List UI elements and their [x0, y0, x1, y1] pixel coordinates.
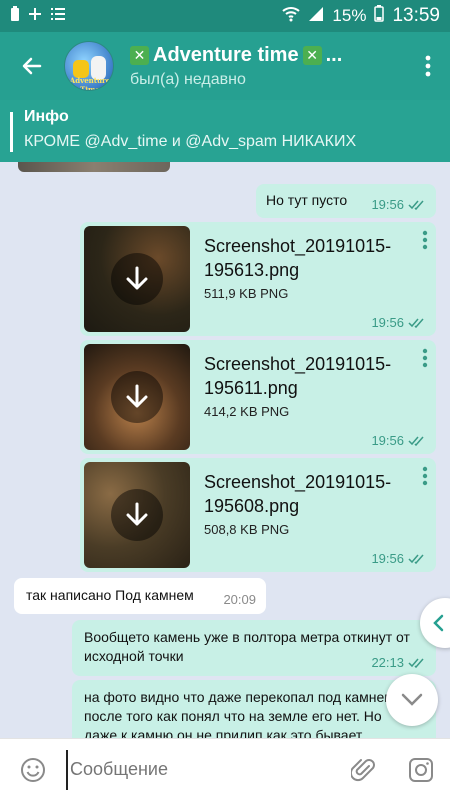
message-meta: 20:09	[223, 592, 256, 607]
chat-status: был(а) недавно	[130, 70, 246, 88]
file-message[interactable]: Screenshot_20191015-195608.png 508,8 KB …	[80, 458, 436, 572]
chevron-left-icon	[433, 614, 444, 632]
download-arrow-icon	[126, 266, 148, 290]
double-check-icon	[408, 436, 424, 446]
double-check-icon	[408, 318, 424, 328]
file-thumbnail[interactable]	[84, 344, 190, 450]
battery-icon	[374, 5, 385, 27]
download-button[interactable]	[111, 253, 163, 305]
double-check-icon	[408, 554, 424, 564]
message-meta: 19:56	[371, 551, 426, 566]
plus-icon	[28, 7, 42, 25]
chevron-down-icon	[401, 693, 423, 706]
pinned-message[interactable]: Инфо КРОМЕ @Adv_time и @Adv_spam НИКАКИХ	[0, 100, 450, 162]
file-thumbnail[interactable]	[84, 226, 190, 332]
file-thumbnail[interactable]	[84, 462, 190, 568]
pinned-text: КРОМЕ @Adv_time и @Adv_spam НИКАКИХ	[24, 133, 357, 150]
file-message[interactable]: Screenshot_20191015-195611.png 414,2 KB …	[80, 340, 436, 454]
list-icon	[50, 7, 66, 25]
message-time: 19:56	[371, 551, 404, 566]
scroll-down-button[interactable]	[386, 674, 438, 726]
file-name: Screenshot_20191015-195613.png	[204, 236, 392, 280]
message-meta: 19:56	[371, 433, 426, 448]
file-size: 508,8 KB PNG	[204, 522, 290, 537]
emoji-button[interactable]	[0, 757, 66, 783]
avatar[interactable]: Adventure Time	[64, 41, 114, 91]
file-name: Screenshot_20191015-195611.png	[204, 354, 392, 398]
message-input-bar	[0, 738, 450, 800]
signal-icon	[308, 6, 324, 27]
message-outgoing[interactable]: Вообщето камень уже в полтора метра отки…	[72, 620, 436, 676]
double-check-icon	[408, 200, 424, 210]
pinned-indicator	[10, 112, 13, 152]
chat-area[interactable]: Но тут пусто 19:56 Screenshot_20191015-1…	[0, 162, 450, 738]
message-incoming[interactable]: так написано Под камнем 20:09	[14, 578, 266, 614]
camera-icon	[409, 757, 433, 782]
pinned-title: Инфо	[24, 108, 69, 125]
wifi-icon	[282, 6, 301, 27]
more-vertical-icon	[422, 466, 428, 486]
message-time: 22:13	[371, 655, 404, 670]
battery-saver-icon	[10, 6, 20, 26]
message-meta: 22:13	[371, 655, 426, 670]
message-outgoing[interactable]: на фото видно что даже перекопал под кам…	[72, 680, 436, 738]
message-input[interactable]	[66, 749, 334, 790]
message-meta: 19:56	[371, 315, 426, 330]
message-meta: 19:56	[371, 197, 426, 212]
message-outgoing[interactable]: Но тут пусто 19:56	[256, 184, 436, 218]
file-name: Screenshot_20191015-195608.png	[204, 472, 392, 516]
file-menu-button[interactable]	[422, 348, 428, 373]
clock: 13:59	[392, 5, 440, 26]
message-time: 20:09	[223, 592, 256, 607]
camera-button[interactable]	[392, 757, 450, 783]
file-menu-button[interactable]	[422, 466, 428, 491]
message-text: на фото видно что даже перекопал под кам…	[84, 689, 394, 738]
message-text: так написано Под камнем	[26, 587, 194, 603]
chat-title-area[interactable]: ✕ Adventure time ✕ ... был(а) недавно	[130, 44, 406, 89]
download-button[interactable]	[111, 371, 163, 423]
arrow-left-icon	[22, 57, 42, 75]
message-time: 19:56	[371, 315, 404, 330]
download-arrow-icon	[126, 384, 148, 408]
file-menu-button[interactable]	[422, 230, 428, 255]
chat-header: Adventure Time ✕ Adventure time ✕ ... бы…	[0, 32, 450, 100]
double-check-icon	[408, 658, 424, 668]
chat-title: ✕ Adventure time ✕ ...	[130, 44, 406, 67]
attach-button[interactable]	[334, 756, 392, 784]
file-message[interactable]: Screenshot_20191015-195613.png 511,9 KB …	[80, 222, 436, 336]
battery-percent: 15%	[332, 6, 367, 25]
file-size: 511,9 KB PNG	[204, 286, 289, 301]
more-menu-button[interactable]	[406, 55, 450, 77]
more-vertical-icon	[422, 230, 428, 250]
more-vertical-icon	[422, 348, 428, 368]
message-time: 19:56	[371, 433, 404, 448]
cross-mark-icon: ✕	[302, 45, 322, 65]
message-text: Но тут пусто	[266, 192, 348, 208]
download-arrow-icon	[126, 502, 148, 526]
more-vertical-icon	[425, 55, 431, 77]
smile-icon	[21, 757, 45, 782]
chat-title-ellipsis: ...	[325, 43, 343, 66]
cross-mark-icon: ✕	[130, 45, 149, 65]
previous-image-thumbnail[interactable]	[18, 162, 170, 172]
file-size: 414,2 KB PNG	[204, 404, 290, 419]
avatar-label: Adventure Time	[69, 76, 111, 91]
chat-title-text: Adventure time	[153, 43, 299, 66]
download-button[interactable]	[111, 489, 163, 541]
message-time: 19:56	[371, 197, 404, 212]
status-bar: 15% 13:59	[0, 0, 450, 32]
back-button[interactable]	[0, 32, 64, 100]
paperclip-icon	[351, 758, 375, 781]
